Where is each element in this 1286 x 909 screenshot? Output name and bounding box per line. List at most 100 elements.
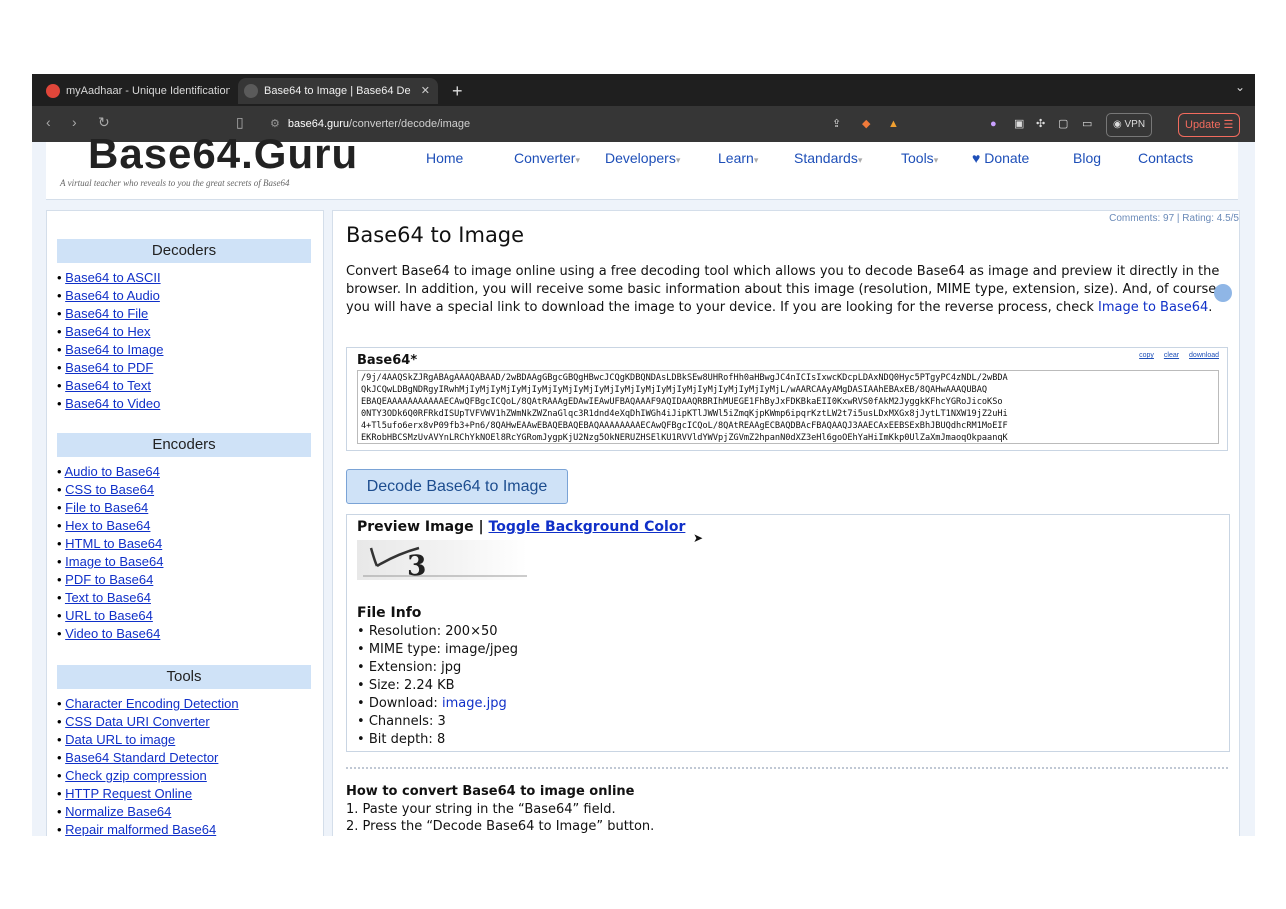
nav-learn[interactable]: Learn▾ xyxy=(718,150,758,166)
nav-converter[interactable]: Converter▾ xyxy=(514,150,580,166)
url-field[interactable]: ⚙ base64.guru/converter/decode/image xyxy=(270,111,960,137)
decoder-link[interactable]: Base64 to ASCII xyxy=(65,270,160,285)
info-label: Channels: xyxy=(368,714,438,729)
nav-donate[interactable]: ♥ Donate xyxy=(972,150,1029,166)
clear-button[interactable]: clear xyxy=(1164,352,1179,359)
tab-myaadhaar[interactable]: myAadhaar - Unique Identification xyxy=(40,78,230,104)
extension-icon[interactable]: ● xyxy=(990,113,997,135)
preview-label: Preview Image xyxy=(357,519,474,535)
tool-item: Character Encoding Detection xyxy=(57,695,238,713)
tool-link[interactable]: Data URL to image xyxy=(65,732,175,747)
nav-standards[interactable]: Standards▾ xyxy=(794,150,862,166)
download-image-link[interactable]: image.jpg xyxy=(442,696,507,711)
encoder-link[interactable]: CSS to Base64 xyxy=(65,482,154,497)
tool-item: Normalize Base64 xyxy=(57,803,239,821)
tool-link[interactable]: Normalize Base64 xyxy=(65,804,171,819)
tab-base64-to-image[interactable]: Base64 to Image | Base64 De ✕ xyxy=(238,78,438,104)
chevron-down-icon[interactable]: ⌄ xyxy=(1235,80,1245,94)
new-tab-icon[interactable]: + xyxy=(452,78,463,104)
decoder-link[interactable]: Base64 to Hex xyxy=(65,324,150,339)
encoder-item: Video to Base64 xyxy=(57,625,163,643)
tool-link[interactable]: Check gzip compression xyxy=(65,768,207,783)
download-button[interactable]: download xyxy=(1189,352,1219,359)
puzzle-icon[interactable]: ✣ xyxy=(1036,113,1045,135)
decode-button[interactable]: Decode Base64 to Image xyxy=(346,469,568,504)
tool-item: Repair malformed Base64 xyxy=(57,821,239,836)
nav-label: Donate xyxy=(984,150,1030,166)
intro-body: Convert Base64 to image online using a f… xyxy=(346,264,1221,315)
update-button[interactable]: Update ☰ xyxy=(1178,113,1241,137)
nav-contacts[interactable]: Contacts xyxy=(1138,150,1193,166)
decoder-link[interactable]: Base64 to Audio xyxy=(65,288,160,303)
intro-text: Convert Base64 to image online using a f… xyxy=(346,264,1221,315)
brave-shield-icon[interactable]: ◆ xyxy=(862,113,870,135)
preview-box: Preview Image | Toggle Background Color … xyxy=(346,514,1230,752)
encoder-item: CSS to Base64 xyxy=(57,481,163,499)
copy-button[interactable]: copy xyxy=(1139,352,1154,359)
nav-label: Tools xyxy=(901,150,934,166)
info-value: jpg xyxy=(441,660,462,675)
floating-action-icon[interactable] xyxy=(1214,284,1232,302)
image-to-base64-link[interactable]: Image to Base64 xyxy=(1098,300,1208,315)
back-icon[interactable]: ‹ xyxy=(46,114,51,130)
tool-link[interactable]: CSS Data URI Converter xyxy=(65,714,210,729)
base64-tools: copy clear download xyxy=(1131,352,1219,359)
wallet-icon[interactable]: ▣ xyxy=(1014,113,1024,135)
encoder-link[interactable]: File to Base64 xyxy=(65,500,148,515)
decoder-link[interactable]: Base64 to Video xyxy=(65,396,160,411)
forward-icon[interactable]: › xyxy=(72,114,77,130)
reload-icon[interactable]: ↻ xyxy=(98,114,110,131)
info-value: image/jpeg xyxy=(444,642,518,657)
encoder-link[interactable]: Video to Base64 xyxy=(65,626,160,641)
file-info-channels: Channels: 3 xyxy=(357,713,518,731)
tab-bar: myAadhaar - Unique Identification Base64… xyxy=(32,74,1255,106)
decoder-link[interactable]: Base64 to Image xyxy=(65,342,163,357)
file-info-size: Size: 2.24 KB xyxy=(357,677,518,695)
close-tab-icon[interactable]: ✕ xyxy=(421,78,430,104)
howto-heading: How to convert Base64 to image online xyxy=(346,784,635,799)
share-icon[interactable]: ⇪ xyxy=(832,113,841,135)
nav-home[interactable]: Home xyxy=(426,150,463,166)
nav-developers[interactable]: Developers▾ xyxy=(605,150,680,166)
site-logo[interactable]: Base64.Guru xyxy=(88,130,358,178)
encoder-link[interactable]: PDF to Base64 xyxy=(65,572,153,587)
encoder-link[interactable]: Audio to Base64 xyxy=(64,464,159,479)
tool-link[interactable]: Repair malformed Base64 xyxy=(65,822,216,836)
decoder-item: Base64 to PDF xyxy=(57,359,163,377)
encoder-link[interactable]: Text to Base64 xyxy=(65,590,151,605)
tool-link[interactable]: HTTP Request Online xyxy=(65,786,192,801)
decoder-link[interactable]: Base64 to PDF xyxy=(65,360,153,375)
preview-heading: Preview Image | Toggle Background Color xyxy=(357,519,685,535)
site-settings-icon[interactable]: ⚙ xyxy=(270,118,280,130)
base64-textarea[interactable]: /9j/4AAQSkZJRgABAgAAAQABAAD/2wBDAAgGBgcG… xyxy=(357,370,1219,444)
url-path: /converter/decode/image xyxy=(349,118,471,130)
nav-tools[interactable]: Tools▾ xyxy=(901,150,938,166)
bookmark-icon[interactable]: ▯ xyxy=(236,114,244,131)
screenshot-icon[interactable]: ▭ xyxy=(1082,113,1092,135)
rewards-icon[interactable]: ▲ xyxy=(888,113,899,135)
page: Base64.Guru A virtual teacher who reveal… xyxy=(32,130,1255,836)
toggle-background-link[interactable]: Toggle Background Color xyxy=(489,519,686,535)
howto-step: 2. Press the “Decode Base64 to Image” bu… xyxy=(346,819,655,834)
decoder-link[interactable]: Base64 to File xyxy=(65,306,148,321)
sidebar-toggle-icon[interactable]: ▢ xyxy=(1058,113,1068,135)
tool-link[interactable]: Base64 Standard Detector xyxy=(65,750,218,765)
encoder-link[interactable]: Hex to Base64 xyxy=(65,518,150,533)
decoder-link[interactable]: Base64 to Text xyxy=(65,378,151,393)
encoder-link[interactable]: HTML to Base64 xyxy=(65,536,162,551)
mouse-cursor-icon: ➤ xyxy=(693,531,704,545)
encoder-item: URL to Base64 xyxy=(57,607,163,625)
info-label: Size: xyxy=(368,678,405,693)
tool-link[interactable]: Character Encoding Detection xyxy=(65,696,238,711)
comments-rating[interactable]: Comments: 97 | Rating: 4.5/5 xyxy=(1109,213,1239,224)
encoder-link[interactable]: Image to Base64 xyxy=(65,554,163,569)
aadhaar-favicon-icon xyxy=(46,84,60,99)
encoder-link[interactable]: URL to Base64 xyxy=(65,608,153,623)
nav-blog[interactable]: Blog xyxy=(1073,150,1101,166)
site-header: Base64.Guru A virtual teacher who reveal… xyxy=(46,130,1238,200)
base64-favicon-icon xyxy=(244,84,258,99)
vpn-button[interactable]: ◉ VPN xyxy=(1106,113,1153,137)
tool-item: Check gzip compression xyxy=(57,767,239,785)
file-info-mime: MIME type: image/jpeg xyxy=(357,641,518,659)
info-value: 200×50 xyxy=(445,624,498,639)
